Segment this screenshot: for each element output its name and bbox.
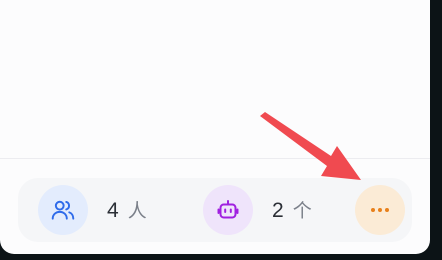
- members-count-value: 4: [107, 199, 119, 222]
- more-button[interactable]: [355, 185, 405, 235]
- members-count-unit: 人: [127, 201, 147, 222]
- more-horizontal-icon: [371, 208, 389, 212]
- bots-count: 2 个: [272, 196, 312, 224]
- divider: [0, 158, 430, 159]
- bots-count-value: 2: [272, 199, 284, 222]
- robot-icon: [217, 200, 239, 219]
- members-icon-badge[interactable]: [38, 185, 88, 235]
- bots-icon-badge[interactable]: [203, 185, 253, 235]
- members-count: 4 人: [107, 196, 147, 224]
- users-icon: [51, 200, 75, 220]
- bots-count-unit: 个: [292, 201, 312, 222]
- chat-info-panel: 4 人 2 个: [0, 0, 430, 254]
